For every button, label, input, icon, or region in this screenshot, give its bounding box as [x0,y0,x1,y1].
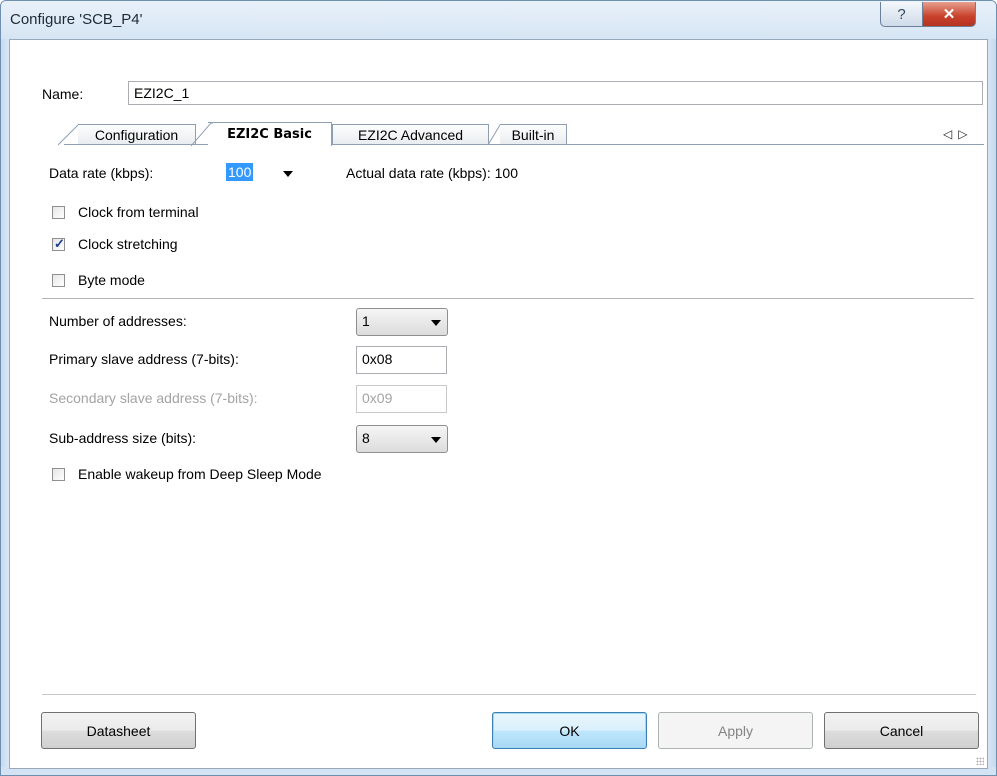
name-label: Name: [42,86,84,102]
window-title: Configure 'SCB_P4' [10,11,143,28]
primary-slave-address-label: Primary slave address (7-bits): [49,351,239,367]
window-frame-left [1,39,9,775]
resize-grip-icon[interactable] [976,757,984,765]
tab-built-in-label: Built-in [511,127,555,143]
dialog-body: Name: EZI2C_1 Configuration EZI2C Basic … [9,39,988,769]
number-of-addresses-value: 1 [362,313,370,329]
clock-stretching-label: Clock stretching [78,236,178,252]
checkmark-icon: ✓ [54,236,65,251]
tab-ezi2c-basic[interactable]: EZI2C Basic [208,122,332,146]
title-bar[interactable]: Configure 'SCB_P4' ? ✕ [1,1,996,39]
secondary-slave-address-value: 0x09 [362,390,393,406]
tab-scroll-left-icon[interactable]: ◁ [943,127,958,141]
enable-wakeup-label: Enable wakeup from Deep Sleep Mode [78,466,322,482]
tab-ezi2c-basic-label: EZI2C Basic [227,127,312,142]
apply-button-label: Apply [717,722,754,739]
cancel-button-label: Cancel [879,722,924,739]
actual-data-rate-label: Actual data rate (kbps): 100 [346,165,518,181]
cancel-button[interactable]: Cancel [824,712,979,749]
tab-ezi2c-advanced-label: EZI2C Advanced [357,127,464,143]
chevron-down-icon [431,437,441,443]
data-rate-combo[interactable]: 100 [224,161,300,185]
close-button[interactable]: ✕ [922,2,976,27]
primary-slave-address-value: 0x08 [362,351,393,367]
tab-scroll-right-icon[interactable]: ▷ [958,127,973,141]
tab-configuration[interactable]: Configuration [78,124,196,145]
secondary-slave-address-input: 0x09 [356,385,447,413]
help-button[interactable]: ? [880,2,923,27]
tab-slant-basic [191,122,213,147]
byte-mode-label: Byte mode [78,272,145,288]
tab-scroll-arrows[interactable]: ◁▷ [943,127,973,141]
section-divider [42,298,974,299]
datasheet-button-label: Datasheet [86,722,151,739]
datasheet-button[interactable]: Datasheet [41,712,196,749]
clock-from-terminal-checkbox[interactable] [52,206,65,219]
byte-mode-checkbox[interactable] [52,274,65,287]
data-rate-label: Data rate (kbps): [49,165,154,181]
name-input-value: EZI2C_1 [134,85,190,101]
apply-button: Apply [658,712,813,749]
clock-from-terminal-label: Clock from terminal [78,204,199,220]
tab-ezi2c-advanced[interactable]: EZI2C Advanced [332,124,489,145]
chevron-down-icon[interactable] [283,171,293,177]
close-icon: ✕ [942,6,956,23]
sub-address-size-combo[interactable]: 8 [356,425,448,453]
primary-slave-address-input[interactable]: 0x08 [356,346,447,374]
chevron-down-icon [431,320,441,326]
secondary-slave-address-label: Secondary slave address (7-bits): [49,390,258,406]
name-input[interactable]: EZI2C_1 [128,81,983,105]
configure-dialog: Configure 'SCB_P4' ? ✕ Name: EZI2C_1 Con… [0,0,997,776]
clock-stretching-checkbox[interactable]: ✓ [52,236,65,251]
ok-button[interactable]: OK [492,712,647,749]
number-of-addresses-combo[interactable]: 1 [356,308,448,336]
ok-button-label: OK [559,722,580,739]
sub-address-size-value: 8 [362,430,370,446]
tab-configuration-label: Configuration [94,127,179,143]
help-icon: ? [897,5,906,23]
footer-divider [42,694,976,695]
number-of-addresses-label: Number of addresses: [49,313,187,329]
data-rate-value: 100 [226,163,254,181]
enable-wakeup-checkbox[interactable] [52,468,65,481]
tab-built-in[interactable]: Built-in [500,124,567,145]
sub-address-size-label: Sub-address size (bits): [49,430,197,446]
